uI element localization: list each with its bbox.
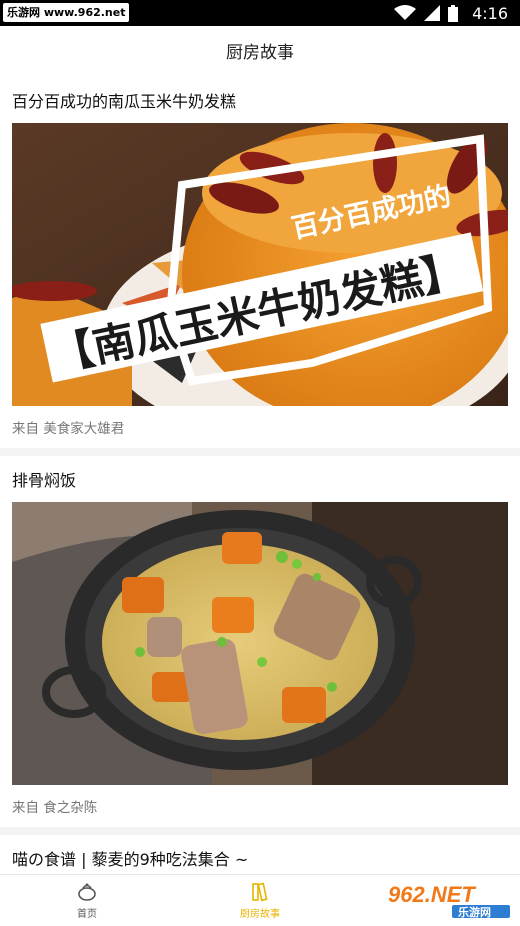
story-source: 来自 食之杂陈: [12, 800, 98, 816]
story-title[interactable]: 排骨焖饭: [12, 467, 76, 491]
story-image-rice[interactable]: [12, 502, 508, 785]
app-bar: 厨房故事: [0, 26, 520, 74]
status-time: 4:16: [472, 3, 508, 23]
status-icons: 4:16: [394, 0, 508, 26]
story-feed[interactable]: 百分百成功的南瓜玉米牛奶发糕 百分百成功的 【南瓜玉米牛奶发糕】 来自 美食家大…: [0, 74, 520, 874]
tab-kitchen-story[interactable]: 厨房故事: [200, 875, 320, 926]
book-icon: [252, 882, 268, 901]
logo-brand-text: 962.NET: [388, 882, 476, 907]
logo-sub-text: 乐游网: [458, 905, 491, 919]
watermark-text: 乐游网 www.962.net: [3, 3, 130, 22]
story-title[interactable]: 百分百成功的南瓜玉米牛奶发糕: [12, 88, 236, 112]
story-title[interactable]: 喵の食谱 | 藜麦的9种吃法集合 ~: [12, 846, 248, 870]
card-divider: [0, 827, 520, 835]
story-source: 来自 美食家大雄君: [12, 421, 125, 437]
tab-kitchen-label: 厨房故事: [240, 908, 280, 920]
site-logo-watermark: 962.NET 乐游网: [382, 878, 514, 920]
card-divider: [0, 448, 520, 456]
status-bar: 乐游网 www.962.net 4:16: [0, 0, 520, 26]
page-title: 厨房故事: [226, 42, 294, 63]
signal-icon: [424, 5, 441, 21]
home-pot-icon: [78, 883, 96, 901]
tab-home-label: 首页: [77, 908, 97, 920]
story-image-cake[interactable]: 百分百成功的 【南瓜玉米牛奶发糕】: [12, 123, 508, 406]
wifi-icon: [394, 5, 417, 20]
battery-icon: [448, 4, 459, 22]
tab-home[interactable]: 首页: [27, 875, 147, 926]
